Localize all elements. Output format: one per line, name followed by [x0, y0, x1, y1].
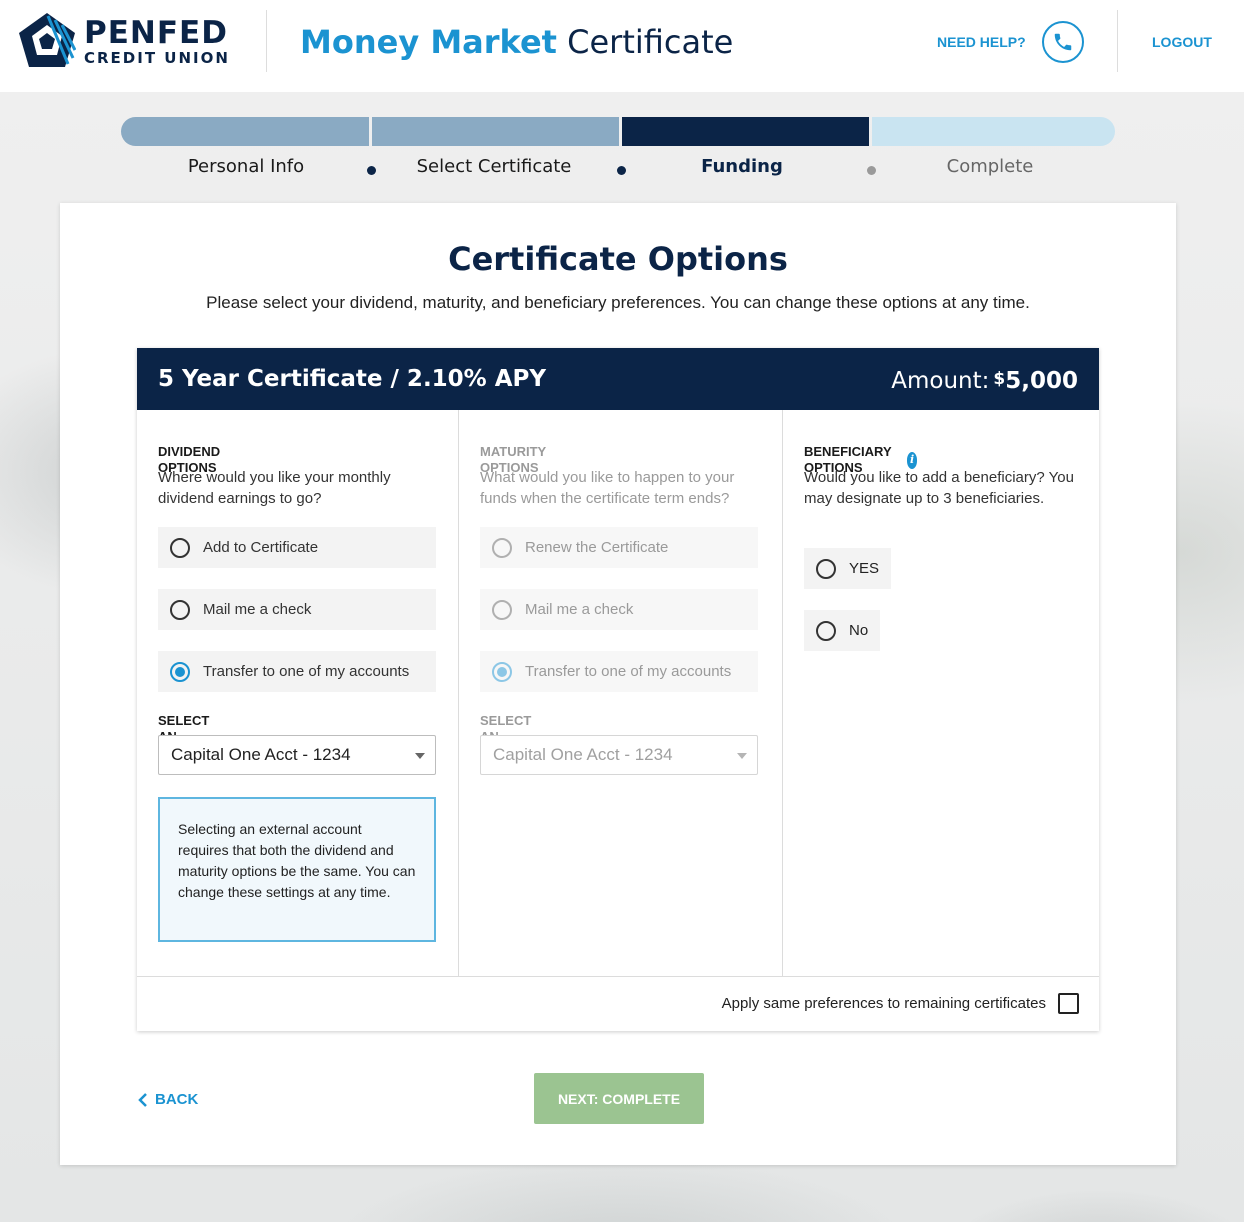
dividend-description: Where would you like your monthly divide…: [158, 469, 391, 507]
radio-label: Transfer to one of my accounts: [525, 663, 732, 680]
amount-value: 5,000: [1005, 368, 1078, 394]
info-icon[interactable]: i: [906, 451, 918, 469]
chevron-down-icon: [415, 753, 425, 759]
logo-wordmark: PENFED: [84, 15, 228, 51]
apply-same-preferences[interactable]: Apply same preferences to remaining cert…: [722, 993, 1079, 1014]
progress-segment-complete: [872, 117, 1115, 146]
app-title-light: Certificate: [567, 23, 734, 61]
radio-label: Add to Certificate: [203, 539, 319, 556]
step-dot: [367, 166, 376, 175]
logo-subtitle: CREDIT UNION: [84, 49, 230, 67]
radio-button: [492, 599, 512, 620]
maturity-option-transfer: Transfer to one of my accounts: [480, 651, 758, 692]
logout-link[interactable]: LOGOUT: [1152, 33, 1212, 51]
step-dot: [867, 166, 876, 175]
radio-label: Mail me a check: [525, 601, 634, 618]
progress-segment-funding: [622, 117, 869, 146]
next-complete-button[interactable]: NEXT: COMPLETE: [534, 1073, 704, 1124]
radio-button[interactable]: [816, 620, 836, 641]
beneficiary-description: Would you like to add a beneficiary? You…: [804, 469, 1074, 507]
back-button[interactable]: BACK: [137, 1091, 198, 1109]
certificate-header: 5 Year Certificate / 2.10% APY Amount: $5…: [137, 348, 1099, 410]
penfed-logo[interactable]: PENFED CREDIT UNION: [18, 12, 238, 72]
column-divider: [782, 410, 783, 976]
phone-icon: [1054, 33, 1072, 51]
radio-label: Mail me a check: [203, 601, 312, 618]
certificate-panel: 5 Year Certificate / 2.10% APY Amount: $5…: [137, 348, 1099, 1031]
apply-same-checkbox[interactable]: [1058, 993, 1079, 1014]
radio-label: Renew the Certificate: [525, 539, 669, 556]
app-title: Money Market Certificate: [300, 22, 733, 62]
chevron-down-icon: [737, 753, 747, 759]
step-dot: [617, 166, 626, 175]
footer-divider: [137, 976, 1099, 977]
radio-button[interactable]: [816, 558, 836, 579]
step-label-funding: Funding: [701, 156, 783, 177]
maturity-description: What would you like to happen to your fu…: [480, 469, 735, 507]
radio-button[interactable]: [170, 537, 190, 558]
back-label: BACK: [155, 1091, 199, 1108]
step-label-complete: Complete: [946, 156, 1034, 177]
radio-button: [492, 537, 512, 558]
certificate-options-card: Certificate Options Please select your d…: [60, 203, 1176, 1165]
beneficiary-option-yes[interactable]: YES: [804, 548, 892, 589]
header-divider: [266, 10, 267, 72]
dividend-option-add-to-certificate[interactable]: Add to Certificate: [158, 527, 436, 568]
chevron-left-icon: [138, 1093, 147, 1107]
radio-label: YES: [849, 560, 880, 577]
progress-segment-personal-info: [121, 117, 369, 146]
radio-label: Transfer to one of my accounts: [203, 663, 410, 680]
select-value: Capital One Acct - 1234: [171, 745, 351, 764]
column-divider: [458, 410, 459, 976]
external-account-info-box: Selecting an external account requires t…: [158, 797, 436, 942]
step-label-select-certificate: Select Certificate: [416, 156, 572, 177]
radio-button-selected[interactable]: [170, 661, 190, 682]
amount-label: Amount:: [891, 368, 990, 394]
progress-segment-select-certificate: [372, 117, 619, 146]
radio-button-selected: [492, 661, 512, 682]
dividend-option-transfer[interactable]: Transfer to one of my accounts: [158, 651, 436, 692]
page-subtitle: Please select your dividend, maturity, a…: [206, 293, 1030, 312]
apply-same-label: Apply same preferences to remaining cert…: [721, 995, 1046, 1012]
radio-label: No: [849, 622, 869, 639]
top-header: PENFED CREDIT UNION Money Market Certifi…: [0, 0, 1244, 92]
penfed-shield-icon: [19, 13, 76, 67]
dividend-account-select[interactable]: Capital One Acct - 1234: [158, 735, 436, 775]
page-title: Certificate Options: [448, 240, 788, 278]
step-label-personal-info: Personal Info: [187, 156, 305, 177]
radio-button[interactable]: [170, 599, 190, 620]
maturity-account-select: Capital One Acct - 1234: [480, 735, 758, 775]
need-help-link[interactable]: NEED HELP?: [937, 33, 1026, 51]
select-value: Capital One Acct - 1234: [493, 745, 673, 764]
maturity-option-mail-check: Mail me a check: [480, 589, 758, 630]
phone-button[interactable]: [1042, 21, 1084, 63]
app-title-strong: Money Market: [300, 23, 557, 61]
progress-bar: [121, 117, 1115, 147]
beneficiary-option-no[interactable]: No: [804, 610, 881, 651]
certificate-amount: Amount: $5,000: [891, 365, 1078, 395]
maturity-option-renew: Renew the Certificate: [480, 527, 758, 568]
header-divider: [1117, 10, 1118, 72]
amount-currency: $: [993, 369, 1006, 389]
certificate-title: 5 Year Certificate / 2.10% APY: [158, 366, 547, 392]
dividend-option-mail-check[interactable]: Mail me a check: [158, 589, 436, 630]
